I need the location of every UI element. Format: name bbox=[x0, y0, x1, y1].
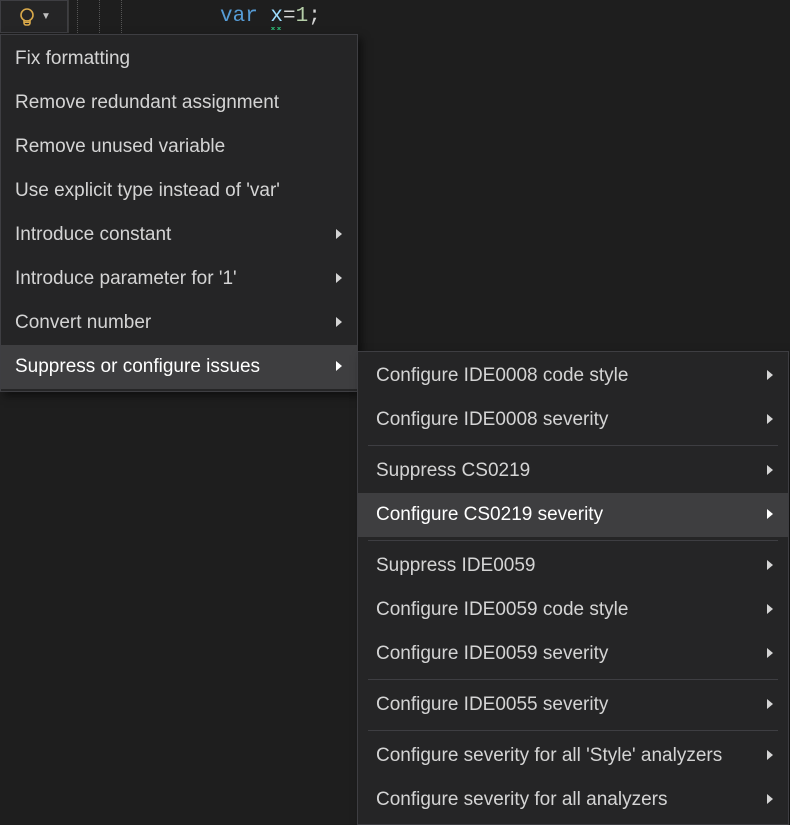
submenu-item-label: Configure IDE0008 severity bbox=[376, 409, 608, 431]
indent-guides bbox=[68, 0, 140, 33]
menu-item-label: Introduce constant bbox=[15, 224, 171, 246]
submenu-arrow-icon bbox=[766, 643, 774, 665]
submenu-arrow-icon bbox=[766, 555, 774, 577]
editor-line: ▼ var x = 1 ; bbox=[0, 0, 790, 34]
submenu-arrow-icon bbox=[766, 599, 774, 621]
submenu-item[interactable]: Configure IDE0055 severity bbox=[358, 683, 788, 727]
submenu-item[interactable]: Configure IDE0008 severity bbox=[358, 398, 788, 442]
submenu-arrow-icon bbox=[335, 268, 343, 290]
menu-separator bbox=[368, 540, 778, 541]
submenu-item-label: Configure CS0219 severity bbox=[376, 504, 603, 526]
code-identifier: x bbox=[270, 5, 283, 28]
submenu-item-label: Configure IDE0059 severity bbox=[376, 643, 608, 665]
submenu-item-label: Configure IDE0055 severity bbox=[376, 694, 608, 716]
menu-item[interactable]: Remove redundant assignment bbox=[1, 81, 357, 125]
code-operator: = bbox=[283, 5, 296, 28]
submenu-item-label: Suppress CS0219 bbox=[376, 460, 530, 482]
submenu-item-label: Configure severity for all analyzers bbox=[376, 789, 667, 811]
quick-actions-menu: Fix formatting Remove redundant assignmen… bbox=[0, 34, 358, 392]
code-text[interactable]: var x = 1 ; bbox=[140, 0, 321, 33]
menu-separator bbox=[368, 679, 778, 680]
menu-item-label: Remove redundant assignment bbox=[15, 92, 279, 114]
menu-item-label: Introduce parameter for '1' bbox=[15, 268, 237, 290]
menu-item[interactable]: Fix formatting bbox=[1, 37, 357, 81]
submenu-item[interactable]: Configure IDE0008 code style bbox=[358, 354, 788, 398]
menu-item-label: Suppress or configure issues bbox=[15, 356, 260, 378]
menu-item[interactable]: Introduce constant bbox=[1, 213, 357, 257]
submenu-arrow-icon bbox=[335, 312, 343, 334]
submenu-arrow-icon bbox=[766, 745, 774, 767]
submenu-item-label: Configure severity for all 'Style' analy… bbox=[376, 745, 722, 767]
submenu-arrow-icon bbox=[766, 365, 774, 387]
submenu-item-label: Configure IDE0008 code style bbox=[376, 365, 628, 387]
lightbulb-icon bbox=[17, 7, 37, 27]
menu-item[interactable]: Remove unused variable bbox=[1, 125, 357, 169]
submenu-item[interactable]: Configure severity for all analyzers bbox=[358, 778, 788, 822]
submenu-arrow-icon bbox=[766, 409, 774, 431]
squiggle-underline bbox=[270, 27, 283, 30]
submenu-arrow-icon bbox=[766, 789, 774, 811]
submenu-arrow-icon bbox=[766, 694, 774, 716]
submenu-item[interactable]: Suppress IDE0059 bbox=[358, 544, 788, 588]
code-literal: 1 bbox=[296, 5, 309, 28]
submenu-item[interactable]: Configure CS0219 severity bbox=[358, 493, 788, 537]
menu-separator bbox=[368, 445, 778, 446]
menu-item[interactable]: Introduce parameter for '1' bbox=[1, 257, 357, 301]
submenu-arrow-icon bbox=[766, 504, 774, 526]
menu-item-label: Use explicit type instead of 'var' bbox=[15, 180, 280, 202]
menu-item[interactable]: Use explicit type instead of 'var' bbox=[1, 169, 357, 213]
submenu-item[interactable]: Configure IDE0059 severity bbox=[358, 632, 788, 676]
menu-item-label: Remove unused variable bbox=[15, 136, 225, 158]
submenu-arrow-icon bbox=[766, 460, 774, 482]
menu-separator bbox=[368, 730, 778, 731]
code-semicolon: ; bbox=[308, 5, 321, 28]
submenu-item[interactable]: Configure severity for all 'Style' analy… bbox=[358, 734, 788, 778]
submenu-arrow-icon bbox=[335, 356, 343, 378]
suppress-configure-submenu: Configure IDE0008 code style Configure ID… bbox=[357, 351, 789, 825]
submenu-item-label: Suppress IDE0059 bbox=[376, 555, 536, 577]
submenu-item-label: Configure IDE0059 code style bbox=[376, 599, 628, 621]
chevron-down-icon: ▼ bbox=[41, 11, 51, 22]
quick-actions-trigger[interactable]: ▼ bbox=[0, 0, 68, 33]
code-keyword: var bbox=[220, 5, 258, 28]
submenu-item[interactable]: Configure IDE0059 code style bbox=[358, 588, 788, 632]
menu-item[interactable]: Suppress or configure issues bbox=[1, 345, 357, 389]
menu-item[interactable]: Convert number bbox=[1, 301, 357, 345]
menu-item-label: Fix formatting bbox=[15, 48, 130, 70]
menu-item-label: Convert number bbox=[15, 312, 151, 334]
submenu-item[interactable]: Suppress CS0219 bbox=[358, 449, 788, 493]
submenu-arrow-icon bbox=[335, 224, 343, 246]
